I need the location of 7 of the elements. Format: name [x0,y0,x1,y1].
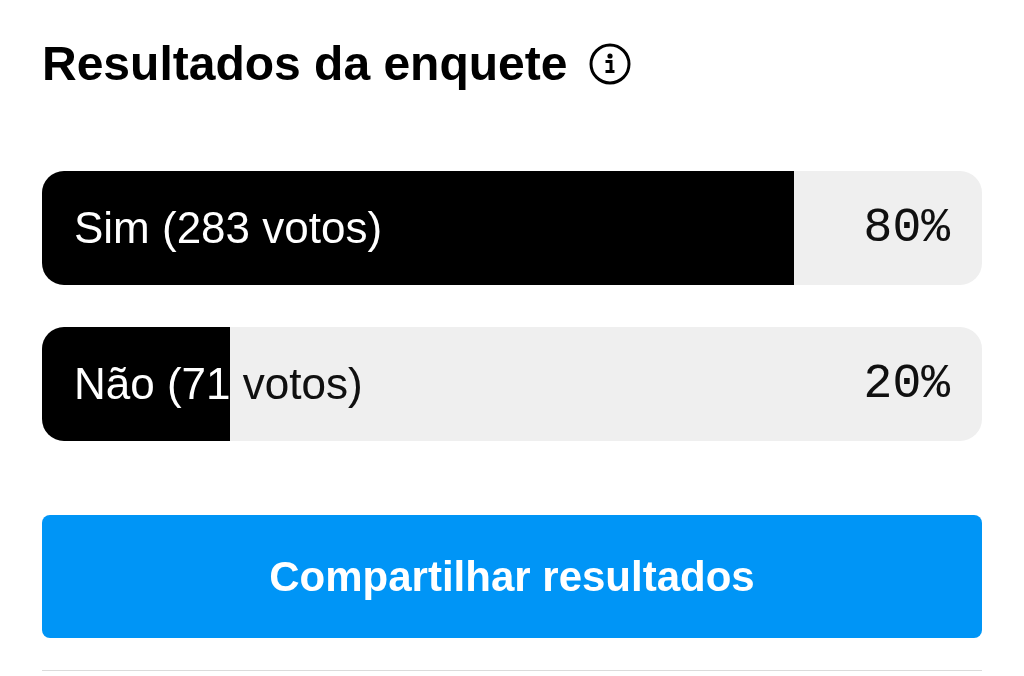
percent-label: 20% [863,360,950,408]
share-results-button[interactable]: Compartilhar resultados [42,515,982,638]
percent-label: 80% [863,204,950,252]
poll-results-title: Resultados da enquete [42,40,568,88]
info-icon[interactable] [589,43,632,85]
option-label: Não (71 votos) [74,362,363,406]
option-label: Sim (283 votos) [74,206,383,250]
